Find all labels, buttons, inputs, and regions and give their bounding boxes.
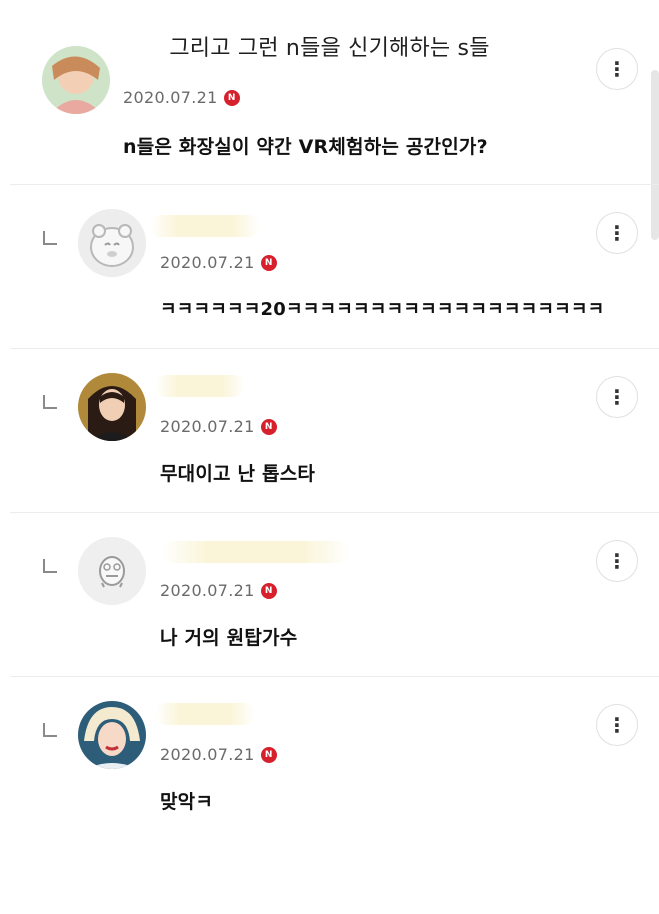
comment-text: 맞악ㅋ [160, 791, 214, 813]
more-options-button[interactable]: ⋮ [596, 212, 638, 254]
n-badge-icon: N [260, 582, 277, 599]
n-badge-icon: N [260, 418, 277, 435]
more-options-button[interactable]: ⋮ [596, 704, 638, 746]
comment-item: 2020.07.21 N 나 거의 원탑가수 ⋮ [10, 513, 659, 677]
comment-item: 2020.07.21 N ㅋㅋㅋㅋㅋㅋ20ㅋㅋㅋㅋㅋㅋㅋㅋㅋㅋㅋㅋㅋㅋㅋㅋㅋㅋㅋ… [10, 185, 659, 349]
avatar[interactable] [78, 373, 146, 441]
n-badge-icon: N [260, 254, 277, 271]
comment-text: n들은 화장실이 약간 VR체험하는 공간인가? [123, 136, 488, 158]
more-vertical-icon: ⋮ [607, 57, 627, 81]
more-vertical-icon: ⋮ [607, 713, 627, 737]
n-badge-icon: N [223, 89, 240, 106]
reply-arrow-icon [43, 723, 57, 737]
avatar-image [42, 46, 110, 114]
avatar[interactable] [42, 46, 110, 114]
more-options-button[interactable]: ⋮ [596, 48, 638, 90]
comment-text: ㅋㅋㅋㅋㅋㅋ20ㅋㅋㅋㅋㅋㅋㅋㅋㅋㅋㅋㅋㅋㅋㅋㅋㅋㅋㅋ [160, 299, 605, 320]
comment-date: 2020.07.21 [160, 581, 255, 600]
reply-arrow-icon [43, 559, 57, 573]
screenshot-page: 그리고 그런 n들을 신기해하는 s들 2020.07.21 N n들은 화장실… [0, 0, 659, 914]
comment-item: 2020.07.21 N n들은 화장실이 약간 VR체험하는 공간인가? ⋮ [10, 46, 659, 185]
avatar[interactable] [78, 209, 146, 277]
comment-meta: 2020.07.21 N [160, 581, 277, 600]
reply-arrow-icon [43, 231, 57, 245]
comment-meta: 2020.07.21 N [123, 88, 240, 107]
avatar-image [78, 373, 146, 441]
more-vertical-icon: ⋮ [607, 385, 627, 409]
comment-item: 2020.07.21 N 무대이고 난 톱스타 ⋮ [10, 349, 659, 513]
avatar-image [78, 701, 146, 769]
avatar-image [78, 209, 146, 277]
comment-date: 2020.07.21 [160, 417, 255, 436]
comment-text: 나 거의 원탑가수 [160, 627, 298, 649]
comment-item: 2020.07.21 N 맞악ㅋ ⋮ [10, 677, 659, 841]
blurred-username [160, 541, 350, 563]
blurred-username [155, 375, 245, 397]
comment-meta: 2020.07.21 N [160, 417, 277, 436]
avatar[interactable] [78, 701, 146, 769]
comment-text: 무대이고 난 톱스타 [160, 463, 316, 485]
avatar-image [78, 537, 146, 605]
more-vertical-icon: ⋮ [607, 221, 627, 245]
comment-date: 2020.07.21 [123, 88, 218, 107]
more-options-button[interactable]: ⋮ [596, 376, 638, 418]
more-options-button[interactable]: ⋮ [596, 540, 638, 582]
blurred-username [155, 703, 255, 725]
more-vertical-icon: ⋮ [607, 549, 627, 573]
comment-date: 2020.07.21 [160, 253, 255, 272]
n-badge-icon: N [260, 746, 277, 763]
comment-meta: 2020.07.21 N [160, 253, 277, 272]
avatar[interactable] [78, 537, 146, 605]
reply-arrow-icon [43, 395, 57, 409]
blurred-username [150, 215, 260, 237]
comment-date: 2020.07.21 [160, 745, 255, 764]
comment-meta: 2020.07.21 N [160, 745, 277, 764]
